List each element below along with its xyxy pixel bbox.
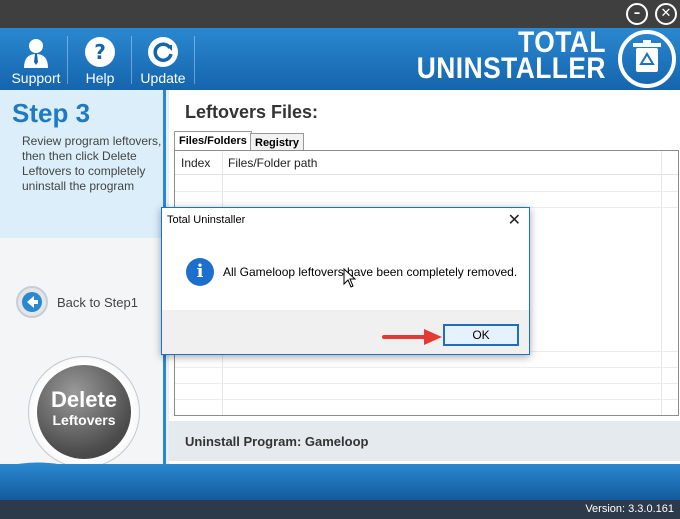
toolbar-divider: [194, 36, 195, 84]
table-header: Index Files/Folder path: [175, 151, 678, 175]
close-icon[interactable]: ✕: [655, 3, 677, 25]
title-bar: – ✕: [0, 0, 680, 28]
bottom-strip: [0, 464, 680, 500]
step-panel: Step 3 Review program leftovers, then th…: [0, 90, 166, 238]
support-button[interactable]: Support: [10, 32, 62, 88]
minimize-icon[interactable]: –: [626, 3, 648, 25]
dialog-close-icon[interactable]: ✕: [508, 210, 521, 229]
column-path[interactable]: Files/Folder path: [228, 156, 317, 170]
table-row: [175, 367, 678, 368]
red-arrow-icon: [382, 329, 442, 345]
tab-files-folders[interactable]: Files/Folders: [174, 131, 252, 150]
info-icon: i: [186, 258, 214, 286]
back-arrow-icon: [22, 292, 42, 312]
back-button[interactable]: [16, 286, 48, 318]
help-label: Help: [85, 70, 115, 86]
brand-wordmark: TOTAL UNINSTALLER: [416, 28, 606, 85]
support-icon: [24, 39, 48, 68]
update-icon: [148, 37, 178, 67]
uninstall-program-label: Uninstall Program: Gameloop: [185, 434, 369, 449]
table-row: [175, 191, 678, 192]
recycle-bin-logo-icon: [618, 30, 676, 88]
delete-label: Delete: [50, 387, 118, 412]
version-label: Version: 3.3.0.161: [585, 503, 674, 515]
dialog-message: All Gameloop leftovers have been complet…: [223, 265, 518, 279]
column-index[interactable]: Index: [181, 156, 210, 170]
step-title: Step 3: [12, 98, 91, 128]
program-info-bar: Uninstall Program: Gameloop: [169, 421, 680, 461]
step-description: Review program leftovers, then then clic…: [22, 134, 162, 193]
update-label: Update: [140, 70, 186, 86]
help-icon: ?: [85, 37, 115, 67]
update-button[interactable]: Update: [139, 32, 187, 88]
leftovers-label: Leftovers: [52, 412, 116, 428]
page-title: Leftovers Files:: [185, 102, 319, 122]
table-row: [175, 399, 678, 400]
dialog-footer: OK: [162, 310, 529, 354]
ok-button[interactable]: OK: [443, 324, 519, 346]
dialog-title: Total Uninstaller: [167, 214, 246, 226]
support-label: Support: [11, 70, 61, 86]
tab-registry[interactable]: Registry: [250, 133, 305, 150]
toolbar-divider: [131, 36, 132, 84]
table-row: [175, 383, 678, 384]
toolbar-divider: [67, 36, 68, 84]
mouse-cursor-icon: [343, 268, 357, 288]
status-bar: Version: 3.3.0.161: [0, 500, 680, 519]
back-to-step1-link[interactable]: Back to Step1: [57, 295, 138, 310]
help-button[interactable]: ? Help: [76, 32, 124, 88]
svg-text:?: ?: [94, 40, 106, 64]
brand-line2: UNINSTALLER: [416, 52, 606, 85]
